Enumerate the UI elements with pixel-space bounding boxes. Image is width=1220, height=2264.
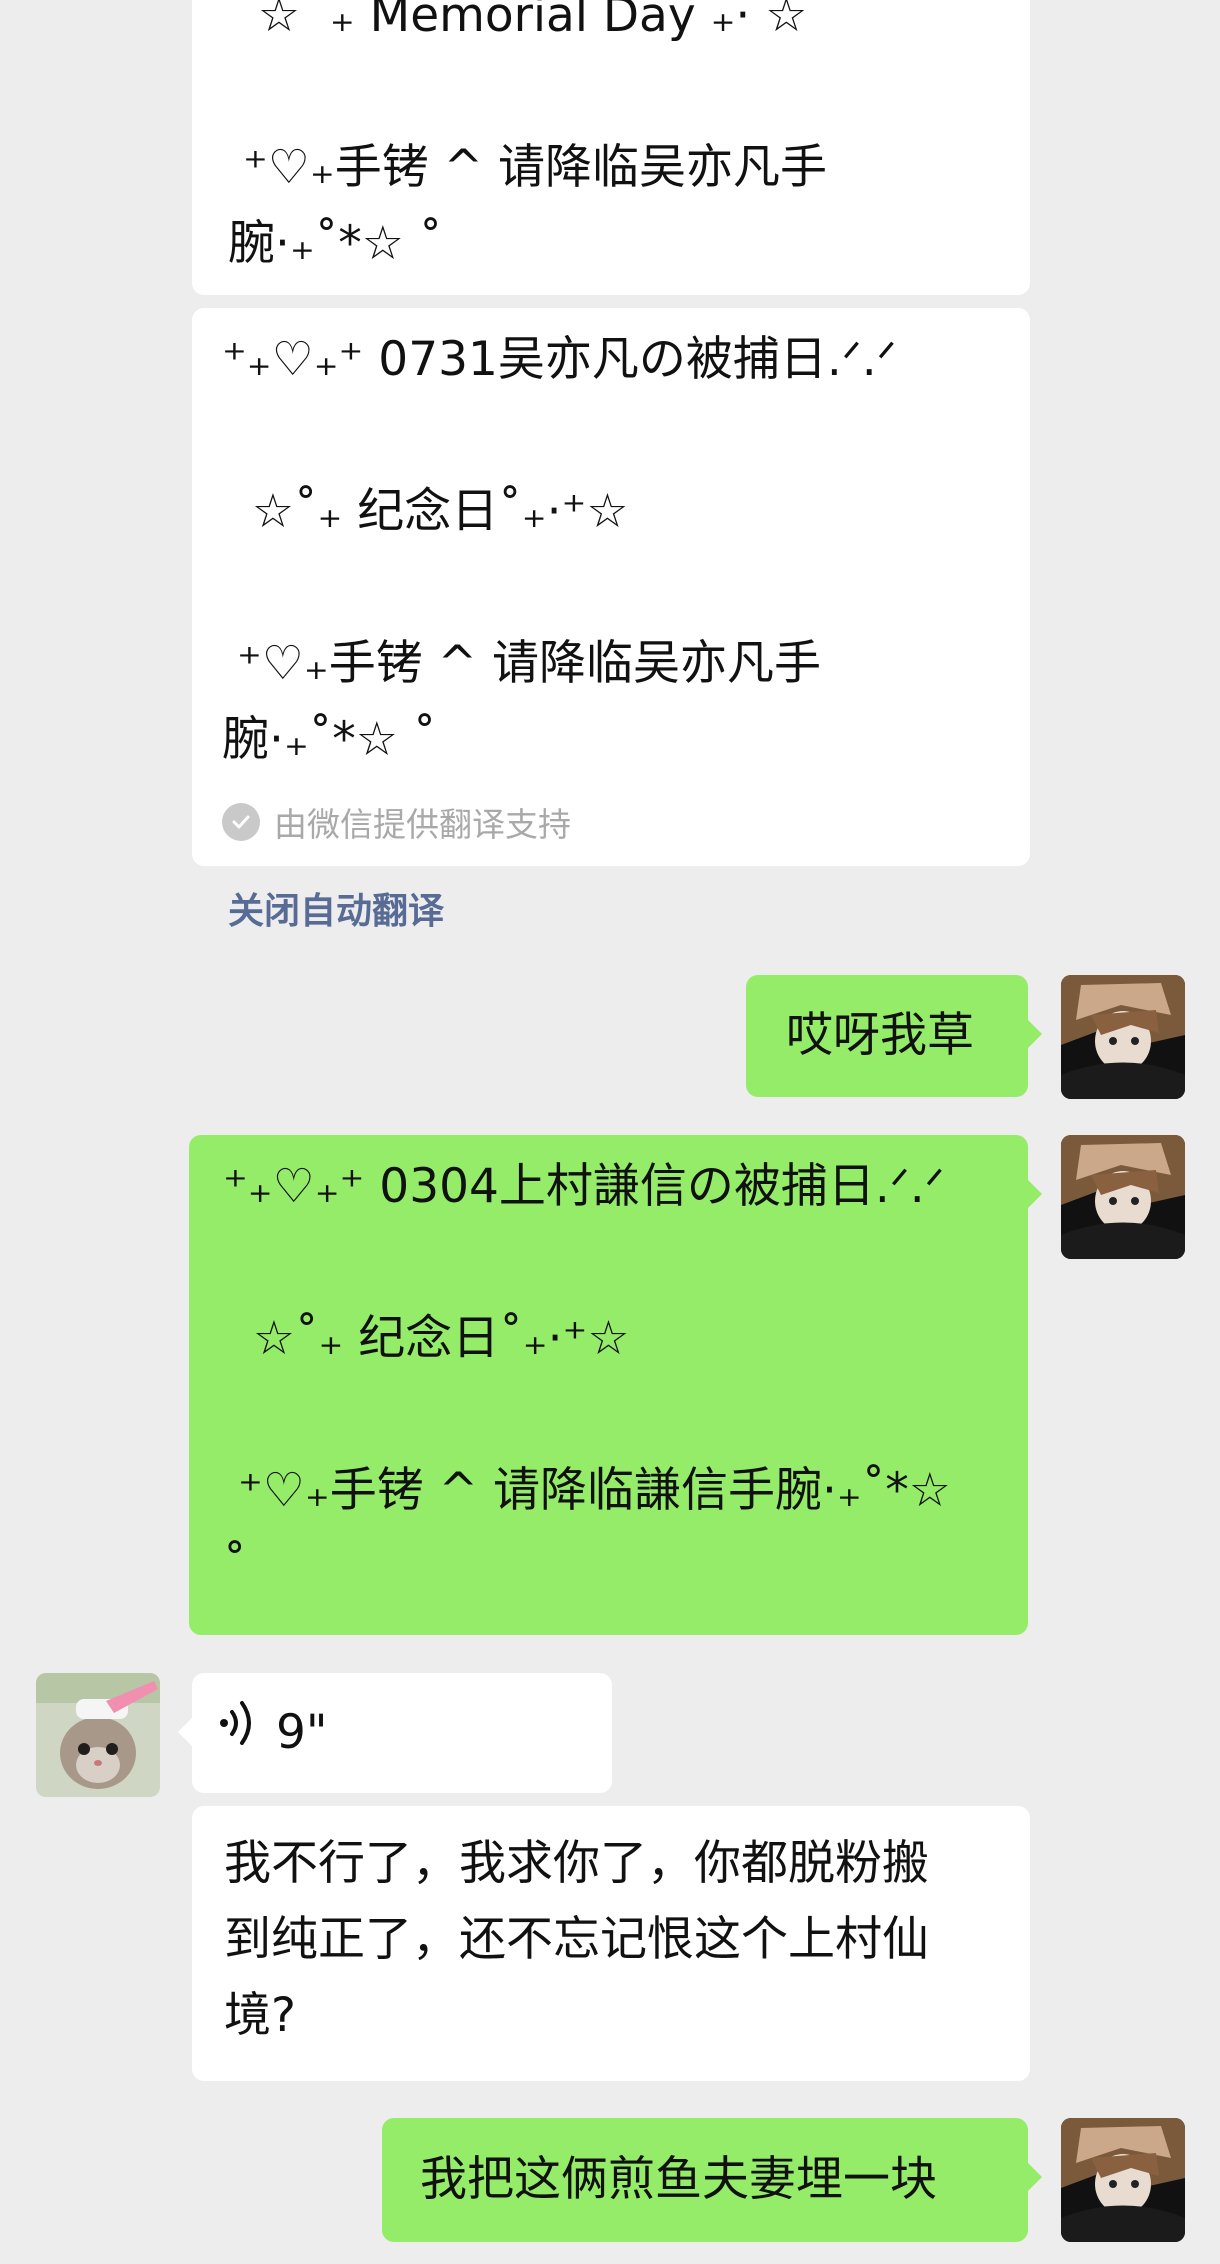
- message-line: ⁺₊♡₊⁺ 0731吴亦凡の被捕日.ᐟ.ᐟ: [222, 332, 897, 387]
- message-line: [223, 1225, 1028, 1301]
- message-line: [222, 398, 1030, 474]
- message-line: ⁺♡₊手铐 ^ 请降临吴亦凡手: [222, 636, 821, 691]
- avatar-other[interactable]: [36, 1673, 160, 1797]
- voice-duration: 9": [276, 1705, 328, 1760]
- avatar-self[interactable]: [1061, 975, 1185, 1099]
- message-bubble-self-long[interactable]: ⁺₊♡₊⁺ 0304上村謙信の被捕日.ᐟ.ᐟ ☆˚₊ 纪念日˚₊·⁺☆ ⁺♡₊手…: [189, 1135, 1042, 1635]
- message-bubble-self-last[interactable]: 我把这俩煎鱼夫妻埋一块: [382, 2118, 1042, 2242]
- avatar-self[interactable]: [1061, 2118, 1185, 2242]
- message-bubble-other[interactable]: 我不行了，我求你了，你都脱粉搬 到纯正了，还不忘记恨这个上村仙 境?: [192, 1806, 1030, 2081]
- message-text: 哎呀我草: [786, 1008, 974, 1063]
- message-line: 到纯正了，还不忘记恨这个上村仙: [224, 1912, 929, 1967]
- message-bubble-memorial[interactable]: ☆ ₊ Memorial Day ₊· ☆ ⁺♡₊手铐 ^ 请降临吴亦凡手 腕·…: [192, 0, 1030, 295]
- voice-message-bubble[interactable]: 9": [178, 1673, 612, 1793]
- message-bubble-translated[interactable]: ⁺₊♡₊⁺ 0731吴亦凡の被捕日.ᐟ.ᐟ ☆˚₊ 纪念日˚₊·⁺☆ ⁺♡₊手铐…: [192, 308, 1030, 866]
- message-bubble-self-short[interactable]: 哎呀我草: [746, 975, 1042, 1097]
- translation-note: 由微信提供翻译支持: [222, 798, 571, 846]
- voice-wave-icon: [218, 1695, 258, 1771]
- avatar-self[interactable]: [1061, 1135, 1185, 1259]
- message-line: 境?: [224, 1988, 296, 2043]
- message-line: ☆ ₊ Memorial Day ₊· ☆: [228, 0, 808, 43]
- message-line: 我不行了，我求你了，你都脱粉搬: [224, 1836, 929, 1891]
- message-line: [228, 54, 1030, 130]
- message-line: 腕·₊˚*☆ ˚: [228, 216, 443, 271]
- translation-note-text: 由微信提供翻译支持: [274, 805, 571, 844]
- message-line: ⁺♡₊手铐 ^ 请降临吴亦凡手: [228, 140, 827, 195]
- message-line: ˚: [223, 1539, 247, 1594]
- message-line: ⁺₊♡₊⁺ 0304上村謙信の被捕日.ᐟ.ᐟ: [223, 1159, 945, 1214]
- message-line: ☆˚₊ 纪念日˚₊·⁺☆: [222, 484, 629, 539]
- message-line: 腕·₊˚*☆ ˚: [222, 712, 437, 767]
- message-line: [223, 1377, 1028, 1453]
- message-line: ☆˚₊ 纪念日˚₊·⁺☆: [223, 1311, 630, 1366]
- message-line: [222, 550, 1030, 626]
- close-auto-translate-link[interactable]: 关闭自动翻译: [228, 882, 444, 934]
- check-circle-icon: [222, 803, 260, 841]
- message-line: ⁺♡₊手铐 ^ 请降临謙信手腕·₊˚*☆: [223, 1463, 951, 1518]
- message-text: 我把这俩煎鱼夫妻埋一块: [420, 2152, 937, 2207]
